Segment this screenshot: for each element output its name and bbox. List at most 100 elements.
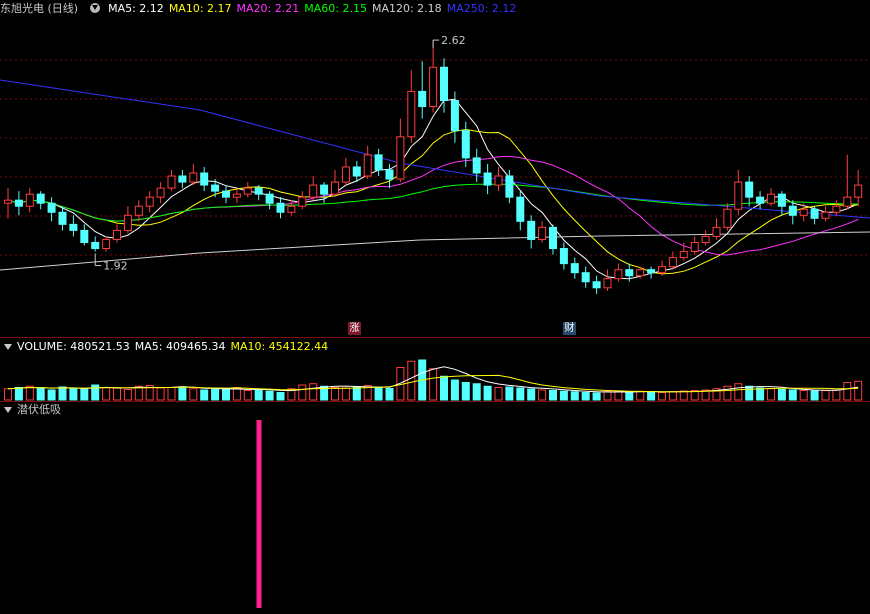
volume-bar [80, 388, 89, 401]
volume-bar [254, 389, 263, 401]
tag-zhang: 涨 [348, 322, 361, 335]
candle-body [690, 241, 699, 253]
candle-body [69, 223, 78, 231]
candle-body [679, 251, 688, 259]
volume-bar [385, 388, 394, 401]
volume-bar [636, 390, 645, 401]
stock-title: 东旭光电 (日线) [0, 2, 79, 15]
volume-bar [516, 387, 525, 401]
volume-bar [450, 379, 459, 401]
candle-body [581, 272, 590, 283]
candle-body [799, 208, 808, 216]
candle-body [189, 172, 198, 183]
volume-bar [91, 384, 100, 401]
volume-bar [69, 388, 78, 401]
candle-body [14, 199, 23, 207]
volume-bar [734, 383, 743, 401]
volume-bar [745, 385, 754, 401]
settings-circle-icon[interactable] [89, 3, 100, 13]
volume-bar [178, 386, 187, 401]
candle-body [788, 205, 797, 216]
candle-body [222, 190, 230, 198]
volume-bar [265, 390, 274, 401]
volume-bar [788, 389, 797, 401]
candle-body [527, 220, 536, 240]
volume-bar [843, 382, 852, 401]
indicator-header: 潜伏低吸 [0, 401, 66, 419]
volume-bar [374, 387, 383, 401]
volume-bar [570, 391, 579, 401]
volume-bar [592, 392, 601, 401]
candle-body [636, 269, 645, 277]
candle-body [36, 193, 45, 204]
ma-label-4: MA120: 2.18 [371, 2, 442, 15]
volume-bar [156, 387, 165, 401]
volume-bar [756, 387, 765, 401]
candle-body [25, 193, 34, 207]
candle-body [810, 208, 819, 219]
volume-bar [341, 387, 350, 401]
candle-body [450, 100, 459, 132]
candle-body [658, 266, 666, 274]
candle-body [47, 202, 56, 213]
candle-body [407, 90, 416, 138]
candle-body [396, 136, 405, 180]
volume-bar [647, 391, 656, 401]
candle-body [145, 196, 154, 207]
indicator-title: 潜伏低吸 [17, 403, 61, 416]
volume-bar [559, 390, 568, 401]
tag-cai: 财 [563, 322, 576, 335]
volume-bar [407, 360, 416, 401]
volume-bar [243, 390, 252, 401]
candle-body [167, 175, 176, 189]
candle-body [341, 166, 350, 183]
candle-body [418, 90, 427, 108]
collapse-arrow-icon-2[interactable] [4, 406, 12, 413]
collapse-arrow-icon[interactable] [4, 343, 12, 350]
ma-label-5: MA250: 2.12 [446, 2, 517, 15]
volume-bar [36, 387, 45, 401]
volume-bar [429, 368, 438, 401]
ma-label-3: MA60: 2.15 [304, 2, 367, 15]
volume-bar [211, 389, 220, 401]
volume-header: VOLUME: 480521.53 MA5: 409465.34 MA10: 454… [0, 338, 338, 356]
candle-body [91, 241, 100, 250]
candle-body [254, 187, 263, 195]
volume-bar [4, 388, 12, 401]
volume-bar [625, 391, 634, 401]
volume-bar [352, 386, 361, 401]
candle-body [134, 205, 143, 216]
volume-bar [603, 391, 612, 401]
volume-bar [102, 387, 111, 401]
vol-label-0: VOLUME: 480521.53 [17, 340, 130, 353]
volume-bar [298, 384, 307, 401]
volume-bar [799, 390, 808, 401]
volume-chart[interactable] [0, 357, 870, 401]
candle-body [854, 184, 863, 198]
candle-body [472, 157, 481, 174]
volume-bar [527, 388, 536, 401]
volume-bar [25, 385, 34, 401]
indicator-chart[interactable] [0, 420, 870, 614]
price-chart[interactable]: 2.62 1.92 [0, 18, 870, 338]
volume-bar [123, 389, 132, 401]
volume-bar [505, 386, 514, 401]
ma120-line [0, 231, 870, 271]
volume-bar [472, 383, 481, 401]
volume-bar [58, 386, 67, 401]
volume-bar [167, 387, 176, 401]
volume-bar [14, 387, 23, 401]
volume-bar [47, 389, 56, 401]
volume-bar [549, 390, 557, 401]
candle-body [123, 214, 132, 231]
candle-body [309, 184, 318, 198]
candle-body [603, 278, 612, 289]
candle-body [211, 184, 220, 192]
candle-body [745, 181, 754, 198]
main-header: 东旭光电 (日线) MA5: 2.12 MA10: 2.17 MA20: 2.21 M… [0, 0, 526, 18]
candle-body [363, 154, 372, 177]
volume-bar [832, 389, 841, 401]
ma-label-2: MA20: 2.21 [236, 2, 300, 15]
volume-bar [189, 388, 198, 401]
candle-body [538, 226, 547, 240]
